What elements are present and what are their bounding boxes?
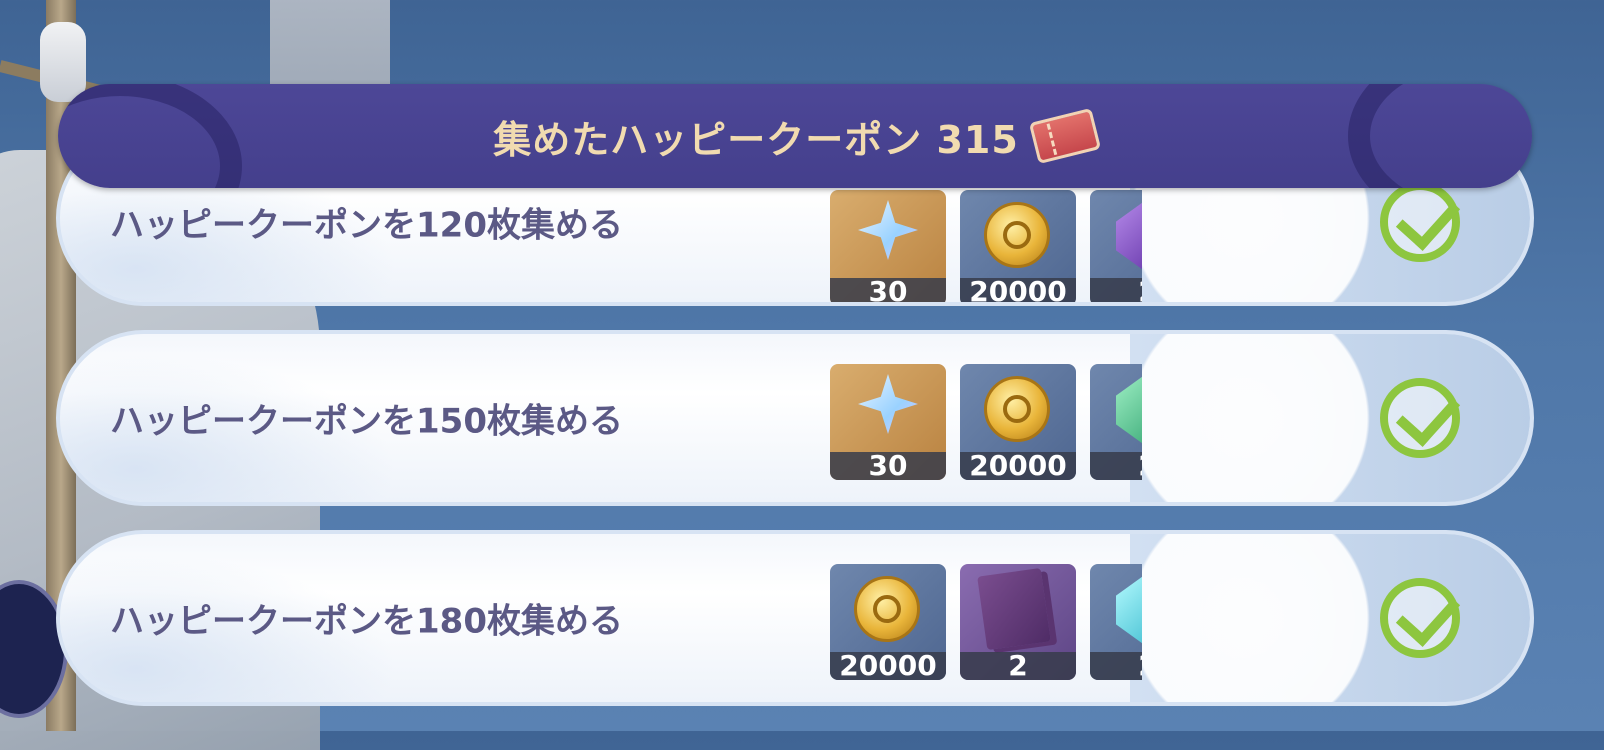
mora-icon <box>984 376 1050 442</box>
reward-item[interactable]: 2 <box>1090 364 1142 480</box>
reward-count: 20000 <box>830 652 946 680</box>
mora-icon <box>984 202 1050 268</box>
reward-count: 2 <box>1090 452 1142 480</box>
reward-count: 20000 <box>960 278 1076 302</box>
header-swirl-left <box>58 84 242 188</box>
reward-list: 30 20000 2 <box>830 190 1142 302</box>
green-gem-icon <box>1116 374 1142 446</box>
reward-count: 20000 <box>960 452 1076 480</box>
reward-count: 30 <box>830 452 946 480</box>
primogem-icon <box>858 374 918 434</box>
cyan-gem-icon <box>1116 574 1142 646</box>
reward-list: 20000 2 2 <box>830 564 1142 680</box>
reward-count: 2 <box>1090 278 1142 302</box>
task-label: ハッピークーポンを180枚集める <box>110 601 623 642</box>
task-row[interactable]: ハッピークーポンを180枚集める 20000 2 2 <box>56 530 1534 706</box>
primogem-icon <box>858 200 918 260</box>
reward-count: 30 <box>830 278 946 302</box>
purple-gem-icon <box>1116 200 1142 272</box>
reward-item[interactable]: 20000 <box>960 364 1076 480</box>
ticket-icon <box>1028 107 1101 165</box>
reward-count: 2 <box>960 652 1076 680</box>
row-wave-decoration <box>1130 534 1530 702</box>
completed-check-icon <box>1380 378 1461 458</box>
task-row[interactable]: ハッピークーポンを150枚集める 30 20000 2 <box>56 330 1534 506</box>
coupon-total-header: 集めたハッピークーポン 315 <box>58 84 1532 188</box>
task-label: ハッピークーポンを150枚集める <box>110 401 623 442</box>
header-swirl-right <box>1348 84 1532 188</box>
completed-check-icon <box>1380 182 1461 262</box>
completed-check-icon <box>1380 578 1461 658</box>
reward-count: 2 <box>1090 652 1142 680</box>
book-icon <box>977 567 1051 651</box>
row-wave-decoration <box>1130 334 1530 502</box>
reward-list: 30 20000 2 <box>830 364 1142 480</box>
mora-icon <box>854 576 920 642</box>
reward-item[interactable]: 2 <box>960 564 1076 680</box>
header-title: 集めたハッピークーポン 315 <box>493 117 1019 162</box>
reward-item[interactable]: 30 <box>830 190 946 302</box>
reward-item[interactable]: 20000 <box>830 564 946 680</box>
reward-item[interactable]: 2 <box>1090 190 1142 302</box>
reward-item[interactable]: 20000 <box>960 190 1076 302</box>
task-label: ハッピークーポンを120枚集める <box>110 205 623 246</box>
reward-item[interactable]: 30 <box>830 364 946 480</box>
reward-item[interactable]: 2 <box>1090 564 1142 680</box>
